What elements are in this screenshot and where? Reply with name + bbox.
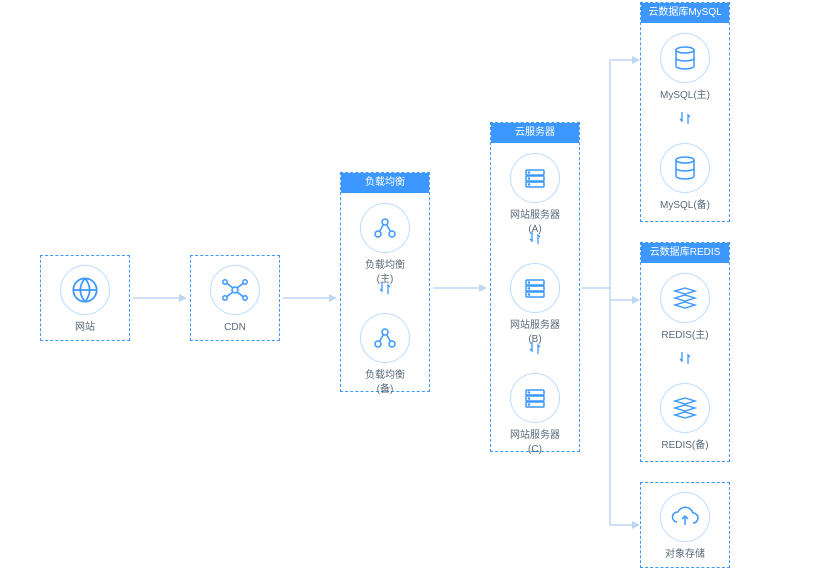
- mysql-backup-label: MySQL(备): [660, 199, 710, 213]
- arrow: [283, 292, 337, 304]
- sync-icon: [679, 109, 691, 127]
- arrow-branch: [582, 0, 642, 570]
- web-server-a: 网站服务器(A): [510, 149, 560, 237]
- group-mysql: 云数据库MySQL MySQL(主) MySQL(备): [640, 2, 730, 222]
- database-icon: [660, 33, 710, 83]
- redis-backup: REDIS(备): [660, 379, 710, 453]
- sync-icon: [529, 339, 541, 357]
- redis-backup-label: REDIS(备): [660, 439, 710, 453]
- arrow: [433, 282, 487, 294]
- mysql-backup: MySQL(备): [660, 139, 710, 213]
- group-title: 负载均衡: [341, 173, 429, 193]
- lb-backup: 负载均衡(备): [360, 309, 410, 397]
- node-label: 网站: [46, 321, 124, 335]
- server-icon: [510, 373, 560, 423]
- node-label: CDN: [196, 321, 274, 335]
- web-server-c: 网站服务器(C): [510, 369, 560, 457]
- sync-icon: [679, 349, 691, 367]
- lb-backup-label: 负载均衡(备): [360, 369, 410, 397]
- sync-icon: [529, 229, 541, 247]
- group-load-balancer: 负载均衡 负载均衡(主) 负载均衡(备): [340, 172, 430, 392]
- group-title: 云服务器: [491, 123, 579, 143]
- redis-primary-label: REDIS(主): [660, 329, 710, 343]
- group-redis: 云数据库REDIS REDIS(主) REDIS(备): [640, 242, 730, 462]
- globe-icon: [60, 265, 110, 315]
- database-icon: [660, 143, 710, 193]
- redis-icon: [660, 273, 710, 323]
- server-icon: [510, 153, 560, 203]
- sync-icon: [379, 279, 391, 297]
- lb-icon: [360, 313, 410, 363]
- group-title: 云数据库MySQL: [641, 3, 729, 23]
- oss-label: 对象存储: [646, 548, 724, 562]
- cdn-icon: [210, 265, 260, 315]
- node-oss: 对象存储: [640, 482, 730, 568]
- redis-primary: REDIS(主): [660, 269, 710, 343]
- cloud-upload-icon: [660, 492, 710, 542]
- group-ecs: 云服务器 网站服务器(A) 网站服务器(B): [490, 122, 580, 452]
- server-c-label: 网站服务器(C): [510, 429, 560, 457]
- server-icon: [510, 263, 560, 313]
- arrow: [133, 292, 187, 304]
- lb-icon: [360, 203, 410, 253]
- mysql-primary: MySQL(主): [660, 29, 710, 103]
- node-cdn: CDN: [190, 255, 280, 341]
- web-server-b: 网站服务器(B): [510, 259, 560, 347]
- node-website: 网站: [40, 255, 130, 341]
- mysql-primary-label: MySQL(主): [660, 89, 710, 103]
- redis-icon: [660, 383, 710, 433]
- group-title: 云数据库REDIS: [641, 243, 729, 263]
- lb-primary: 负载均衡(主): [360, 199, 410, 287]
